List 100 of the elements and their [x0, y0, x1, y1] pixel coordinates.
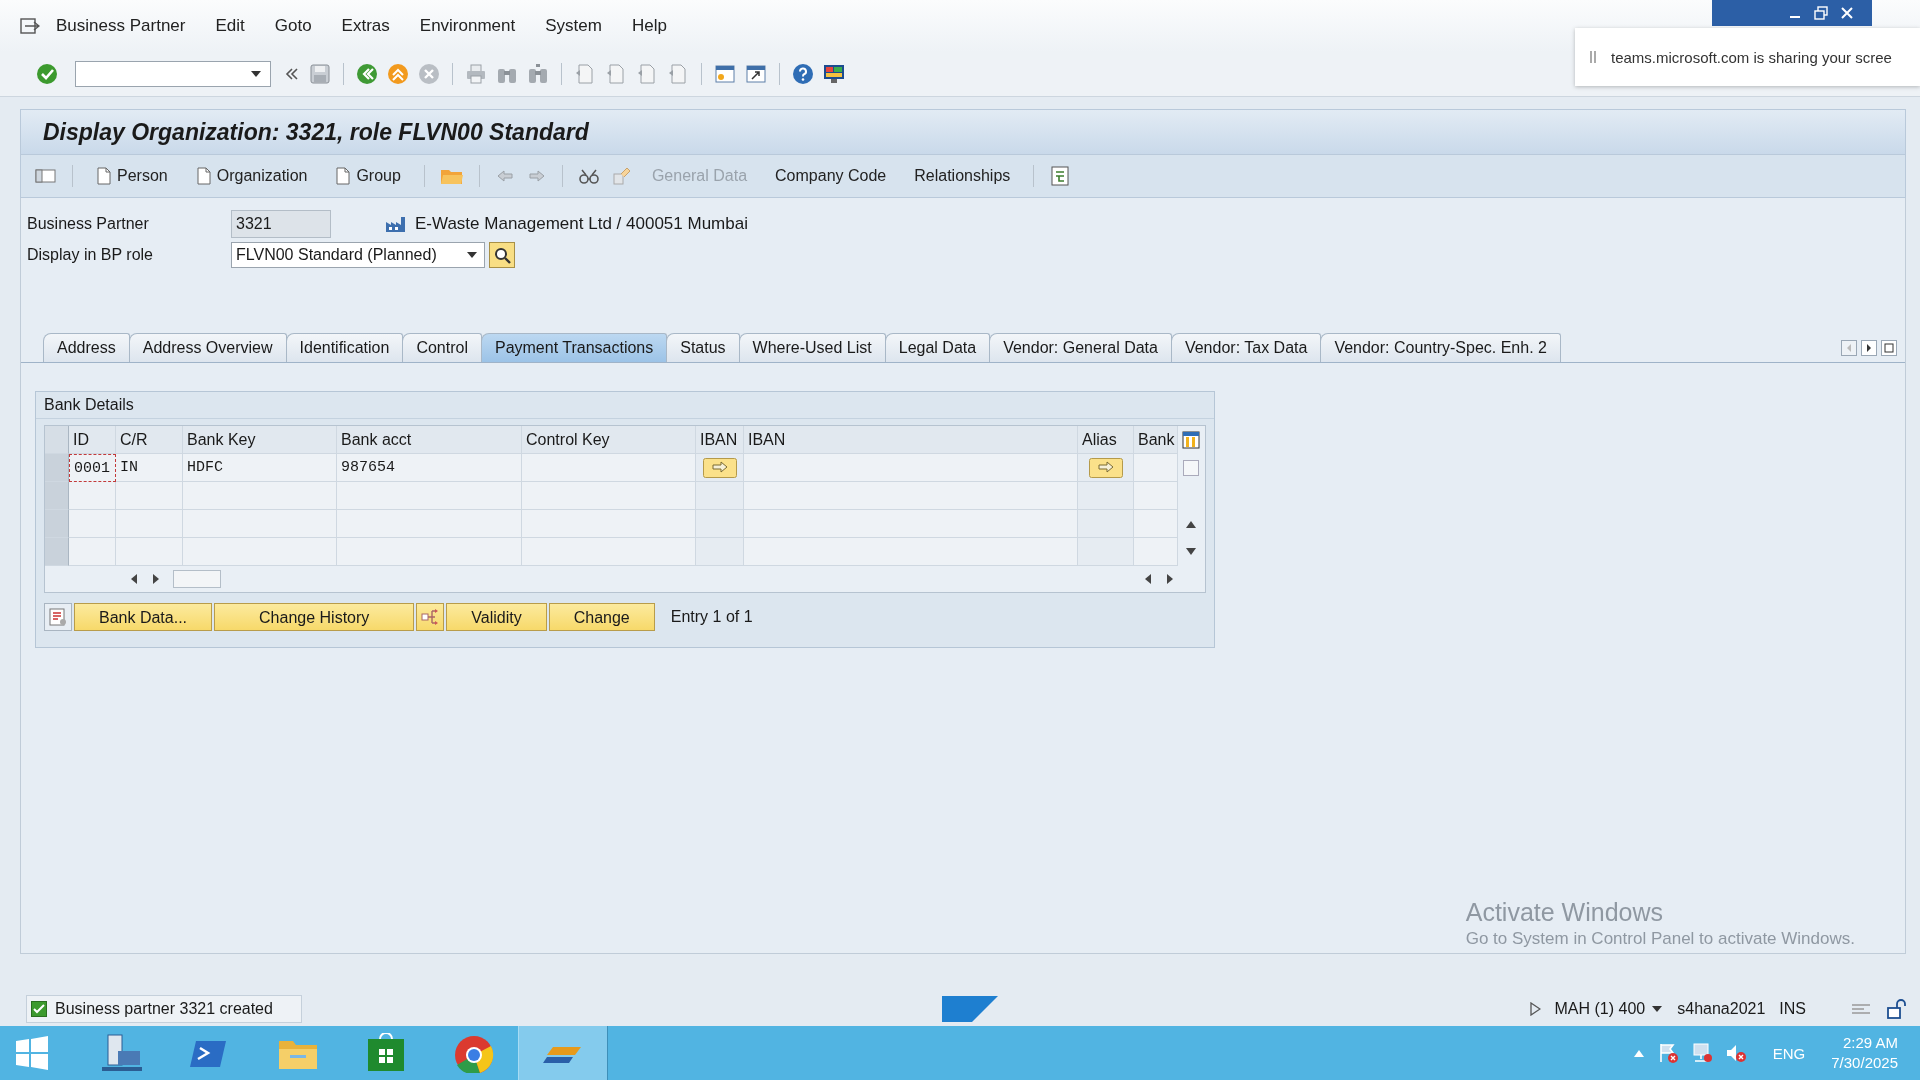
tab[interactable]: Address — [43, 333, 130, 362]
save-icon[interactable] — [309, 63, 331, 85]
cancel-icon[interactable] — [418, 63, 440, 85]
restore-icon[interactable] — [1812, 5, 1830, 21]
action-button[interactable]: Bank Data... — [74, 603, 213, 631]
table-cell — [1134, 510, 1178, 538]
table-cell — [69, 482, 116, 510]
scrollbar-thumb[interactable] — [1183, 460, 1199, 476]
icon-button[interactable] — [44, 603, 72, 631]
detail-button[interactable] — [1088, 457, 1123, 478]
action-button[interactable]: Change History — [214, 603, 415, 631]
scroll-right-icon[interactable] — [1861, 340, 1877, 356]
search-button[interactable] — [489, 241, 515, 268]
scroll-right-icon[interactable] — [151, 573, 161, 585]
create-button[interactable]: Organization — [187, 167, 316, 185]
tab[interactable]: Status — [666, 333, 740, 362]
scroll-left-icon[interactable] — [1143, 573, 1153, 585]
page-icon[interactable] — [636, 63, 658, 85]
menu-item[interactable]: System — [545, 16, 602, 36]
menu-item[interactable]: Goto — [274, 16, 312, 36]
tab[interactable]: Vendor: Tax Data — [1170, 333, 1322, 362]
table-cell — [696, 510, 744, 538]
enter-icon[interactable] — [36, 63, 58, 85]
input-mode: INS — [1779, 1000, 1806, 1018]
select-all-cell[interactable] — [45, 426, 69, 454]
window-icon[interactable] — [714, 63, 736, 85]
lock-icon[interactable] — [1886, 999, 1906, 1019]
menu-item[interactable]: Environment — [419, 16, 516, 36]
table-cell[interactable]: 0001 — [69, 454, 116, 482]
table-cell — [116, 510, 183, 538]
column-header: IBAN — [744, 426, 1078, 454]
scroll-up-icon[interactable] — [1185, 519, 1197, 529]
tab[interactable]: Legal Data — [884, 333, 991, 362]
factory-icon — [385, 214, 407, 233]
menu-item[interactable]: Help — [631, 16, 667, 36]
chevron-icon[interactable] — [284, 66, 300, 82]
dropdown-field[interactable]: FLVN00 Standard (Planned) — [231, 241, 485, 268]
tab[interactable]: Control — [402, 333, 482, 362]
table-cell[interactable]: HDFC — [183, 454, 337, 482]
table-cell[interactable]: IN — [116, 454, 183, 482]
layout-icon[interactable] — [1850, 1001, 1872, 1017]
menu-icon[interactable] — [20, 17, 40, 35]
success-icon — [31, 1001, 47, 1017]
toolbar-button[interactable]: Relationships — [906, 167, 1019, 185]
menu-item[interactable]: Edit — [215, 16, 245, 36]
tab[interactable]: Where-Used List — [738, 333, 886, 362]
scroll-down-icon[interactable] — [1185, 547, 1197, 557]
toolbar-button[interactable]: Company Code — [767, 167, 895, 185]
pause-icon — [1589, 49, 1597, 65]
system-dropdown[interactable]: MAH (1) 400 — [1554, 1000, 1664, 1018]
action-button[interactable]: Validity — [446, 603, 547, 631]
column-header: Alias — [1078, 426, 1134, 454]
monitor-icon[interactable] — [823, 63, 845, 85]
exit-icon[interactable] — [387, 63, 409, 85]
table-cell[interactable]: 987654 — [337, 454, 522, 482]
watermark-text: Go to System in Control Panel to activate Windows. — [1465, 929, 1855, 949]
browser-icon[interactable] — [452, 1033, 496, 1073]
menu-item[interactable]: Business Partner — [56, 16, 186, 36]
document-icon — [335, 167, 352, 185]
scrollbar-thumb[interactable] — [173, 570, 221, 588]
column-header: Control Key — [522, 426, 696, 454]
icon-button[interactable] — [416, 603, 445, 631]
help-icon[interactable] — [792, 63, 814, 85]
caret-icon[interactable] — [1632, 1048, 1645, 1058]
create-button[interactable]: Person — [88, 167, 176, 185]
entry-count: Entry 1 of 1 — [670, 608, 753, 626]
menu-item[interactable]: Extras — [341, 16, 390, 36]
action-button[interactable]: Change — [548, 603, 655, 631]
table-cell — [1134, 482, 1178, 510]
back-icon[interactable] — [356, 63, 378, 85]
create-button[interactable]: Group — [327, 167, 409, 185]
hierarchy-icon[interactable] — [1049, 165, 1072, 187]
logo-icon — [942, 996, 998, 1022]
windows-icon[interactable] — [14, 1035, 50, 1071]
tab[interactable]: Vendor: Country-Spec. Enh. 2 — [1320, 333, 1561, 362]
window-icon[interactable] — [745, 63, 767, 85]
column-header: Bank — [1134, 426, 1178, 454]
print-icon[interactable] — [465, 63, 487, 85]
page-icon[interactable] — [667, 63, 689, 85]
tab[interactable]: Payment Transactions — [480, 333, 668, 362]
page-icon[interactable] — [605, 63, 627, 85]
page-icon[interactable] — [574, 63, 596, 85]
scroll-left-icon[interactable] — [129, 573, 139, 585]
dropdown-icon — [1651, 1005, 1664, 1013]
detail-button[interactable] — [702, 457, 737, 478]
table-cell — [69, 510, 116, 538]
scroll-right-icon[interactable] — [1165, 573, 1175, 585]
play-icon[interactable] — [1528, 1002, 1541, 1016]
tab[interactable]: Vendor: General Data — [989, 333, 1172, 362]
panel-icon[interactable] — [35, 168, 57, 184]
table-cell — [1078, 510, 1134, 538]
tab[interactable]: Identification — [285, 333, 404, 362]
network-icon[interactable] — [1690, 1042, 1713, 1064]
dropdown-icon[interactable] — [250, 70, 262, 78]
binoculars-icon[interactable] — [527, 63, 549, 85]
server-icon[interactable] — [100, 1033, 144, 1073]
command-field[interactable] — [75, 61, 271, 87]
close-icon[interactable] — [1838, 5, 1856, 21]
tab[interactable]: Address Overview — [128, 333, 287, 362]
columns-icon[interactable] — [1182, 431, 1200, 449]
